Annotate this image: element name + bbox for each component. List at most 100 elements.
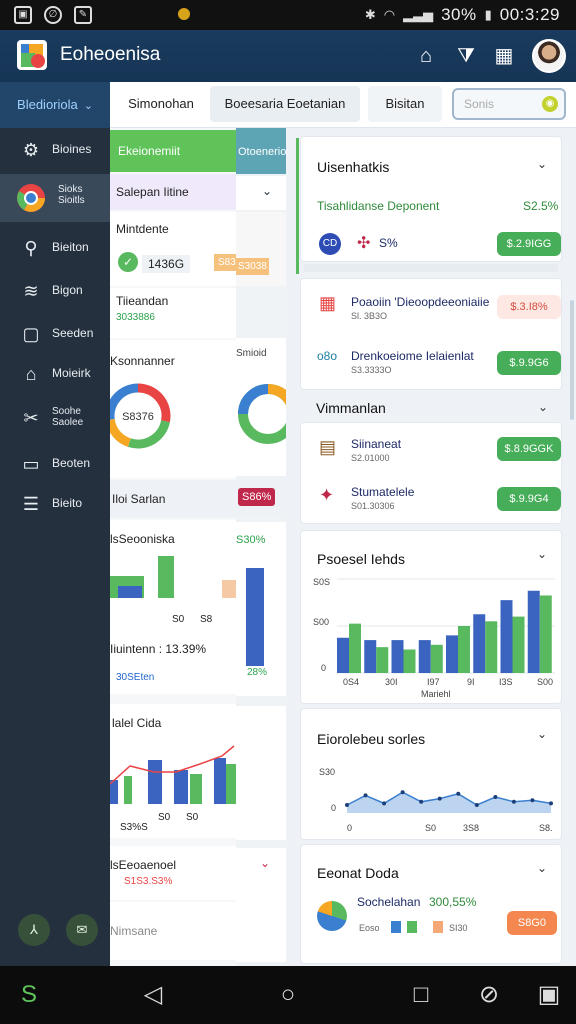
legend-swatch <box>433 921 443 933</box>
row-title: Sochelahan <box>357 895 421 909</box>
sidebar-item-3[interactable]: ≋ Bigon <box>0 269 110 313</box>
area-point <box>437 796 442 801</box>
sidebar-item-label: Beoten <box>52 456 91 470</box>
chart-bar <box>446 635 458 673</box>
chrome-icon <box>17 184 45 212</box>
notification-bug-icon <box>178 8 190 20</box>
overlay-card-title: lsEeoaenoel <box>110 858 177 872</box>
accent-bar <box>296 138 299 274</box>
sidebar-item-2[interactable]: ⚲ Bieiton <box>0 226 110 270</box>
partial-badge: S3038 <box>236 258 269 275</box>
row-sub: S3.3333O <box>351 365 392 375</box>
sidebar-item-4[interactable]: ▢ Seeden <box>0 312 110 356</box>
overlay-card-sub: Iiuintenn : 13.39% <box>110 642 207 656</box>
tab-2[interactable]: Boeesaria Eoetanian <box>210 86 360 122</box>
home-icon[interactable]: ⌂ <box>412 42 440 70</box>
sidebar-item-5[interactable]: ⌂ Moieirk <box>0 352 110 396</box>
chart-bar <box>376 647 389 673</box>
area-point <box>511 799 516 804</box>
tab-dropdown[interactable]: Bledioriola ⌄ <box>0 82 110 128</box>
overlay-card-6: lalel Cida S0 S0 S3%S <box>110 704 236 838</box>
app-title: Eoheoenisa <box>60 44 161 65</box>
tab-3[interactable]: Bisitan <box>368 86 442 122</box>
compass-icon[interactable]: ⊘ <box>474 980 504 1010</box>
amount-badge[interactable]: $.3.I8% <box>497 295 561 319</box>
briefcase-icon[interactable]: ▦ <box>490 42 518 70</box>
download-icon[interactable]: ▣ <box>534 980 564 1010</box>
partial-bar <box>246 568 264 676</box>
folder-icon: ▢ <box>22 324 40 344</box>
edit-icon: ✎ <box>74 6 92 24</box>
card-list: ▦ Poaoiin 'Dieoopdeeoniaiie Sl. 3B3O $.3… <box>300 278 562 390</box>
row-title: Stumatelele <box>351 485 415 499</box>
area-chart: S30 0 0 S0 3S8 S8. <box>319 767 553 833</box>
search-input[interactable]: Sonis ◉ <box>452 88 566 120</box>
app-switch-icon[interactable]: S <box>14 980 44 1010</box>
overlay-card-value: 1436G <box>142 255 191 273</box>
tab-2-label: Boeesaria Eoetanian <box>224 96 346 111</box>
bluetooth-icon: ✱ <box>364 7 376 22</box>
chevron-down-icon[interactable]: ⌄ <box>537 861 547 875</box>
tab-dropdown-label: Bledioriola <box>17 97 78 112</box>
amount-badge[interactable]: S8G0 <box>507 911 557 935</box>
chart-bar <box>500 600 513 673</box>
chat-icon[interactable]: ✉ <box>66 914 98 946</box>
overlay-card-5: lsSeooniska S0 S8 Iiuintenn : 13.39% 30S… <box>110 520 236 694</box>
amount-badge[interactable]: $.9.9G4 <box>497 487 561 511</box>
partial-header-title: Otoenerioen <box>238 146 286 158</box>
donut-center-label: S8376 <box>122 411 154 423</box>
x-tick: 30I <box>385 677 398 687</box>
row-percent-small: S% <box>379 236 398 250</box>
donut-ring <box>267 383 286 406</box>
legend-label: SI30 <box>449 923 468 933</box>
overlay-card-sub2: 30SEten <box>116 672 155 683</box>
overlay-card-badge: S8386 <box>214 254 236 271</box>
sidebar-item-7[interactable]: ▭ Beoten <box>0 442 110 486</box>
system-nav-bar: S ◁ ○ □ ⊘ ▣ <box>0 966 576 1024</box>
chart-bar <box>418 640 431 673</box>
gallery-icon: ▣ <box>14 6 32 24</box>
amount-badge[interactable]: $.9.9G6 <box>497 351 561 375</box>
search-icon[interactable]: ◉ <box>542 96 558 112</box>
overlay-card-sub: 3033886 <box>116 312 155 323</box>
sidebar-item-0[interactable]: ⚙ Bioines <box>0 128 110 172</box>
sidebar-item-8[interactable]: ☰ Bieito <box>0 482 110 526</box>
back-icon[interactable]: ◁ <box>138 980 168 1010</box>
partial-row: S86% <box>236 478 286 516</box>
avatar[interactable] <box>532 39 566 73</box>
area-point <box>474 803 479 807</box>
sidebar-item-6[interactable]: ✂ Soohe Saolee <box>0 396 110 444</box>
overlay-card-7: lsEeoaenoel S1S3.S3% <box>110 846 236 900</box>
signal-icon: ▂▃▅ <box>403 7 434 22</box>
puzzle-icon: ✣ <box>357 235 371 252</box>
home-button-icon[interactable]: ○ <box>273 980 303 1010</box>
chevron-down-icon[interactable]: ⌄ <box>537 157 547 171</box>
card-items: ▤ Siinaneat S2.01000 $.8.9GGK ✦ Stumatel… <box>300 422 562 524</box>
mini-bar <box>148 760 162 804</box>
recents-icon[interactable]: □ <box>406 980 436 1010</box>
overlay-header-title: Ekeionemiit <box>118 144 181 158</box>
app-logo[interactable] <box>17 40 47 70</box>
mini-bar <box>118 586 142 598</box>
chevron-down-icon[interactable]: ⌄ <box>537 547 547 561</box>
pin-icon[interactable]: ⅄ <box>18 914 50 946</box>
x-tick: S0 <box>425 823 436 833</box>
y-tick: S30 <box>319 767 335 777</box>
filter-icon[interactable]: ⧩ <box>452 42 480 70</box>
overlay-select[interactable]: Salepan Iitine <box>110 174 236 210</box>
chevron-down-icon[interactable]: ⌄ <box>537 727 547 741</box>
sidebar-item-1[interactable]: Sioks Sioitls <box>0 174 110 222</box>
amount-badge[interactable]: $.8.9GGK <box>497 437 561 461</box>
scrollbar[interactable] <box>570 300 574 420</box>
partial-label: Smioid <box>236 348 267 359</box>
overlay-card-8: Nimsane <box>110 902 236 960</box>
card-title: Psoesel Iehds <box>317 551 405 567</box>
chart-bar <box>391 640 404 673</box>
area-fill <box>347 792 551 813</box>
row-sub: S01.30306 <box>351 501 395 511</box>
partial-row: ⌄ <box>236 176 286 210</box>
card-data: Eeonat Doda ⌄ Sochelahan 300,55% Eoso SI… <box>300 844 562 964</box>
amount-badge[interactable]: $.2.9IGG <box>497 232 561 256</box>
tab-1[interactable]: Simonohan <box>116 86 206 122</box>
section-header[interactable]: Vimmanlan ⌄ <box>300 392 562 422</box>
